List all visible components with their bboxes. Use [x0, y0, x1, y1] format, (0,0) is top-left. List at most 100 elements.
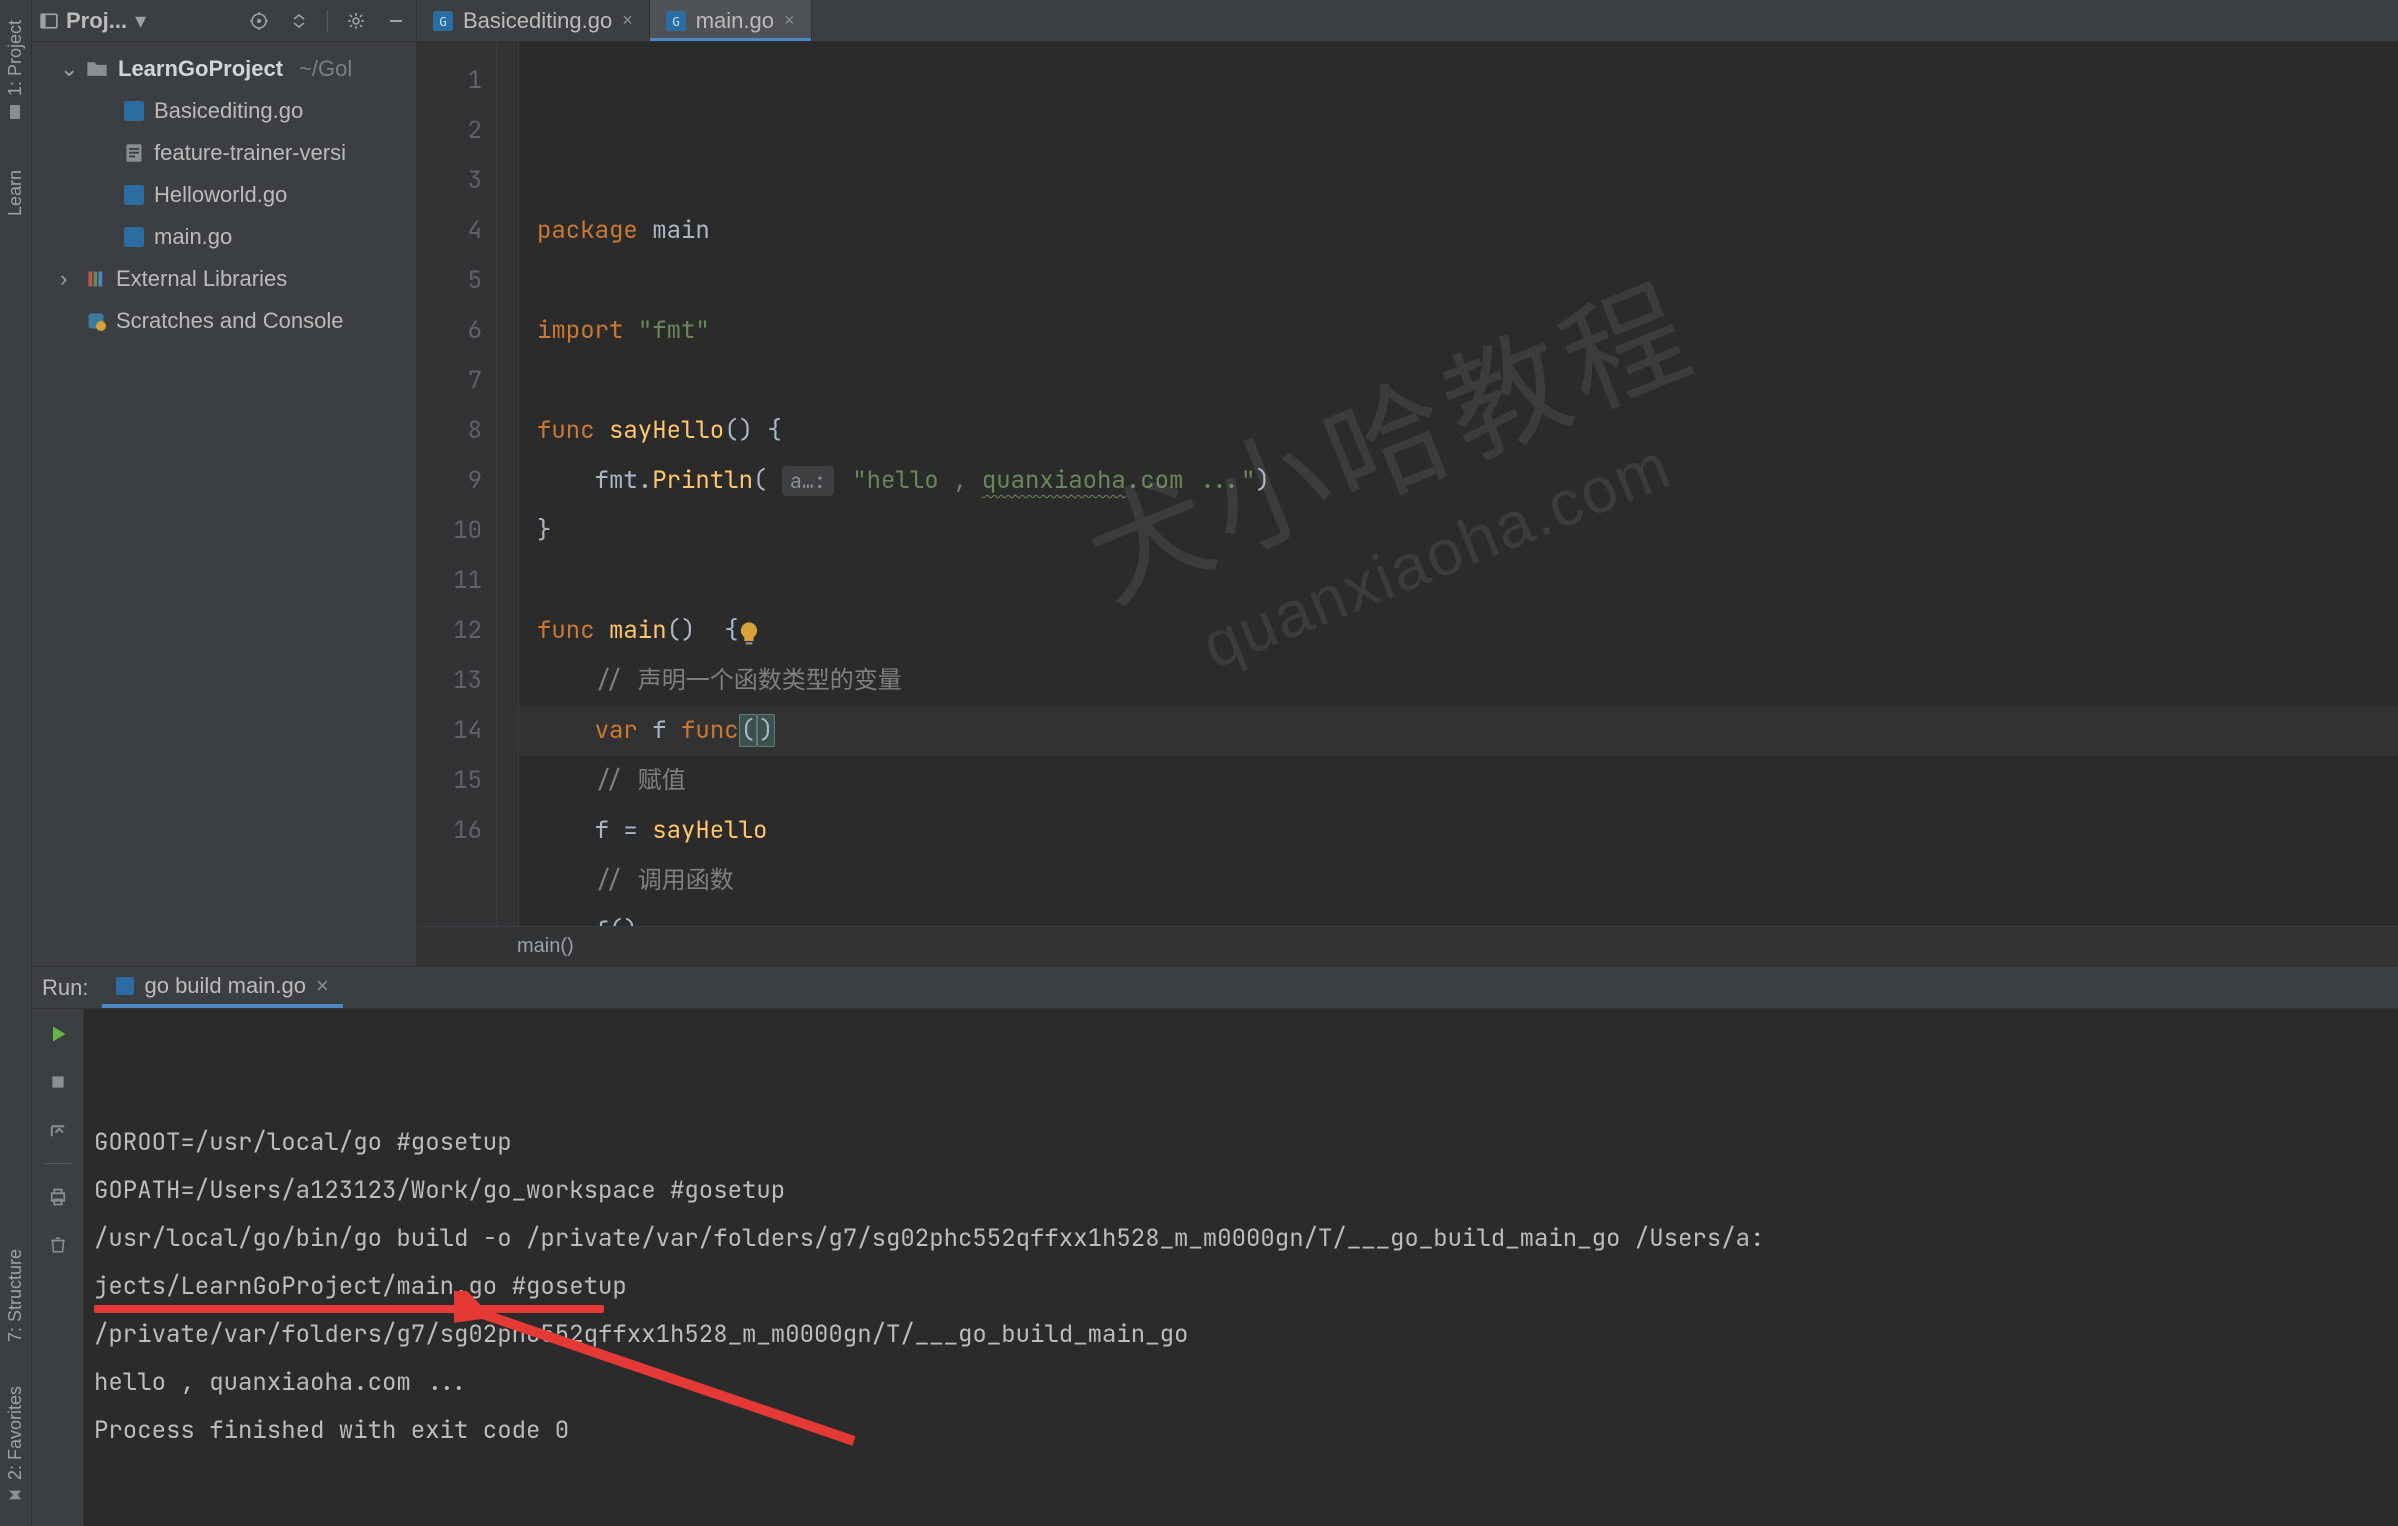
editor-tab-bar: G Basicediting.go × G main.go × [417, 0, 2398, 42]
main-column: Proj... ▾ G Basicediting.go × [32, 0, 2398, 1526]
editor: 12345678910111213141516 package main impo… [417, 42, 2398, 966]
scratches-icon [86, 311, 106, 331]
project-view-label: Proj... [66, 8, 127, 34]
tree-external-libraries[interactable]: › External Libraries [32, 258, 416, 300]
tree-item-label: feature-trainer-versi [154, 136, 346, 170]
gear-icon[interactable] [344, 9, 368, 33]
code-line[interactable] [537, 556, 2398, 606]
code-line[interactable]: import "fmt" [537, 306, 2398, 356]
chevron-down-icon: ▾ [135, 8, 146, 34]
code-line[interactable]: f() [537, 906, 2398, 926]
rail-learn[interactable]: Learn [5, 160, 26, 226]
app-root: 1: Project Learn 7: Structure 2: Favorit… [0, 0, 2398, 1526]
select-opened-file-icon[interactable] [247, 9, 271, 33]
code-line[interactable]: package main [537, 206, 2398, 256]
center-split: ⌄ LearnGoProject ~/Gol Basicediting.go f… [32, 42, 2398, 966]
run-sidebar [32, 1009, 84, 1526]
rail-favorites[interactable]: 2: Favorites [5, 1376, 26, 1512]
top-row: Proj... ▾ G Basicediting.go × [32, 0, 2398, 42]
tree-item-label: main.go [154, 220, 232, 254]
output-line: hello , quanxiaoha.com ... [94, 1359, 2388, 1407]
code-line[interactable]: func sayHello() { [537, 406, 2398, 456]
code-area[interactable]: package main import "fmt" func sayHello() … [519, 42, 2398, 926]
code-line[interactable]: // 赋值 [537, 756, 2398, 806]
print-icon[interactable] [43, 1182, 73, 1212]
left-rail: 1: Project Learn 7: Structure 2: Favorit… [0, 0, 32, 1526]
breadcrumb-label: main() [517, 935, 574, 958]
breadcrumb[interactable]: main() [417, 926, 2398, 966]
tree-item-helloworld[interactable]: Helloworld.go [32, 174, 416, 216]
tree-item-label: Basicediting.go [154, 94, 303, 128]
tab-main[interactable]: G main.go × [650, 0, 812, 41]
project-toolbar: Proj... ▾ [32, 0, 417, 42]
output-line: /usr/local/go/bin/go build -o /private/v… [94, 1215, 2388, 1263]
go-file-icon [124, 101, 144, 121]
project-tree[interactable]: ⌄ LearnGoProject ~/Gol Basicediting.go f… [32, 42, 417, 966]
run-output[interactable]: GOROOT=/usr/local/go #gosetupGOPATH=/Use… [84, 1009, 2398, 1526]
tree-item-label: External Libraries [116, 262, 287, 296]
code-line[interactable]: } [537, 506, 2398, 556]
tree-scratches[interactable]: Scratches and Console [32, 300, 416, 342]
output-line: /private/var/folders/g7/sg02phc552qffxx1… [94, 1311, 2388, 1359]
go-file-icon [124, 227, 144, 247]
rerun-icon[interactable] [43, 1019, 73, 1049]
run-tab-label: go build main.go [144, 973, 305, 999]
output-line: GOPATH=/Users/a123123/Work/go_workspace … [94, 1167, 2388, 1215]
chevron-right-icon: › [60, 262, 76, 296]
project-view-select[interactable]: Proj... ▾ [40, 8, 146, 34]
output-line: Process finished with exit code 0 [94, 1407, 2388, 1455]
close-icon[interactable]: × [622, 10, 633, 31]
output-line: jects/LearnGoProject/main.go #gosetup [94, 1263, 2388, 1311]
go-file-icon: G [433, 11, 453, 31]
code-line[interactable]: fmt.Println( a…: "hello , quanxiaoha.com… [537, 456, 2398, 506]
go-file-icon: G [666, 11, 686, 31]
project-view-icon [40, 12, 58, 30]
run-title: Run: [42, 975, 88, 1001]
run-tab[interactable]: go build main.go × [102, 967, 342, 1008]
folder-icon [86, 58, 108, 80]
code-line[interactable]: // 调用函数 [537, 856, 2398, 906]
annotation-underline [94, 1305, 604, 1313]
toolbar-divider [327, 10, 328, 32]
tab-label: Basicediting.go [463, 8, 612, 34]
code-line[interactable]: var f func() [519, 706, 2398, 756]
close-icon[interactable]: × [784, 10, 795, 31]
stop-icon[interactable] [43, 1067, 73, 1097]
tree-root[interactable]: ⌄ LearnGoProject ~/Gol [32, 48, 416, 90]
tab-label: main.go [696, 8, 774, 34]
editor-gutter[interactable]: 12345678910111213141516 [417, 42, 497, 926]
tree-item-basicediting[interactable]: Basicediting.go [32, 90, 416, 132]
code-line[interactable] [537, 356, 2398, 406]
tree-item-feature[interactable]: feature-trainer-versi [32, 132, 416, 174]
svg-text:G: G [672, 14, 680, 29]
fold-strip[interactable] [497, 42, 519, 926]
code-line[interactable]: f = sayHello [537, 806, 2398, 856]
close-icon[interactable]: × [316, 973, 329, 999]
chevron-down-icon: ⌄ [60, 52, 76, 86]
tree-item-main[interactable]: main.go [32, 216, 416, 258]
code-line[interactable]: // 声明一个函数类型的变量 [537, 656, 2398, 706]
rail-structure[interactable]: 7: Structure [5, 1239, 26, 1352]
code-line[interactable] [537, 256, 2398, 306]
code-line[interactable]: func main() { [537, 606, 2398, 656]
minimize-icon[interactable] [384, 9, 408, 33]
run-panel: Run: go build main.go × GOROOT=/us [32, 966, 2398, 1526]
toolbar-divider [45, 1163, 71, 1164]
layout-icon[interactable] [43, 1115, 73, 1145]
tree-root-path: ~/Gol [299, 52, 352, 86]
svg-text:G: G [439, 14, 447, 29]
expand-all-icon[interactable] [287, 9, 311, 33]
libraries-icon [86, 269, 106, 289]
tree-root-label: LearnGoProject [118, 52, 283, 86]
trash-icon[interactable] [43, 1230, 73, 1260]
go-file-icon [124, 185, 144, 205]
tree-item-label: Helloworld.go [154, 178, 287, 212]
intention-bulb-icon[interactable] [533, 566, 561, 594]
run-config-icon [116, 977, 134, 995]
rail-project[interactable]: 1: Project [5, 10, 26, 130]
text-file-icon [124, 143, 144, 163]
editor-body[interactable]: 12345678910111213141516 package main impo… [417, 42, 2398, 926]
tree-item-label: Scratches and Console [116, 304, 343, 338]
tab-basicediting[interactable]: G Basicediting.go × [417, 0, 650, 41]
run-header: Run: go build main.go × [32, 967, 2398, 1009]
